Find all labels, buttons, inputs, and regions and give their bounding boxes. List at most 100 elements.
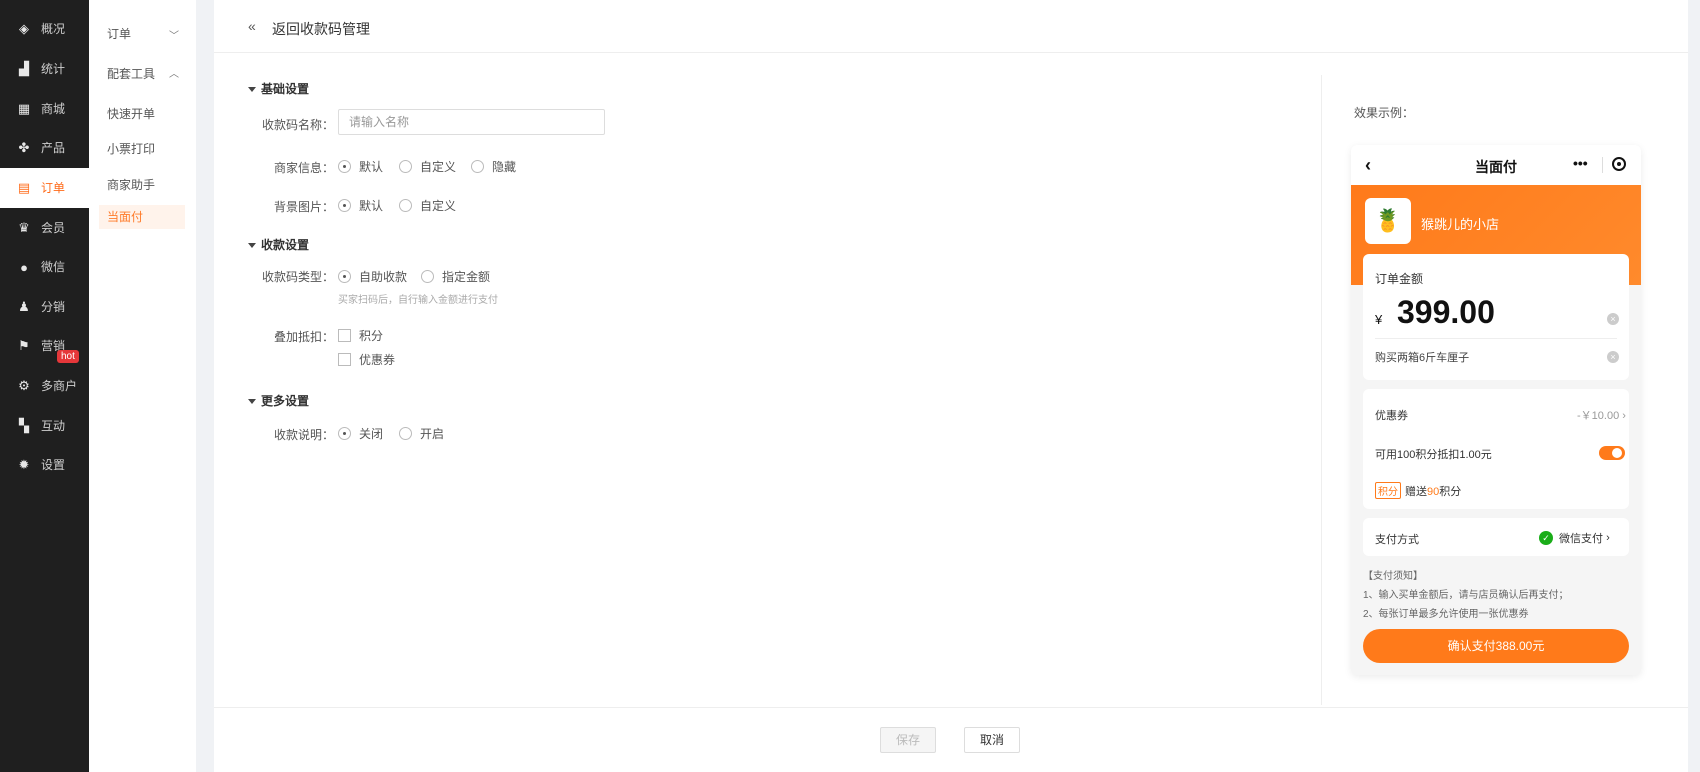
radio-dot [421,270,434,283]
radio-dot [338,427,351,440]
radio-dot [399,160,412,173]
chevron-right-icon: › [1606,532,1610,544]
amount-value: 399.00 [1397,294,1495,330]
tip-1: 1、输入买单金额后，请与店员确认后再支付； [1363,590,1569,601]
confirm-pay-button: 确认支付388.00元 [1363,629,1629,663]
coupon-label: 优惠券 [1375,410,1408,422]
merchant-icon: ⚙ [18,378,30,393]
merchant-radio-hide[interactable]: 隐藏 [471,158,516,175]
subnav-item-quick-order[interactable]: 快速开单 [107,105,155,122]
clear-icon: × [1607,351,1619,363]
shop-name: 猴跳儿的小店 [1421,217,1500,232]
subnav-group-tools[interactable]: 配套工具 [107,65,155,82]
subnav-item-face-pay[interactable]: 当面付 [99,205,185,229]
sidebar-item-stats[interactable]: ▟ 统计 [0,49,89,89]
phone-header: ‹ 当面付 ••• [1351,145,1641,185]
phone-preview: ‹ 当面付 ••• 🍍 猴跳儿的小店 订单金额 ¥ 399.00 × 购买两箱6… [1351,145,1641,675]
amount-title: 订单金额 [1375,272,1424,286]
sidebar-item-wechat[interactable]: ● 微信 [0,247,89,287]
caret-down-icon [248,243,256,249]
merchant-radio-custom[interactable]: 自定义 [399,158,456,175]
more-icon: ••• [1573,155,1588,171]
checkbox [338,329,351,342]
section-payment[interactable]: 收款设置 [248,236,309,253]
radio-dot [338,199,351,212]
chevron-up-icon[interactable]: ︿ [169,65,179,80]
clipboard-icon: ▤ [17,180,31,195]
subnav-group-orders[interactable]: 订单 [107,25,131,42]
bg-radio-custom[interactable]: 自定义 [399,197,456,214]
cancel-button[interactable]: 取消 [964,727,1020,753]
back-link[interactable]: 返回收款码管理 [272,19,370,39]
sidebar-item-products[interactable]: ✤ 产品 [0,128,89,168]
wechat-icon: ● [20,259,28,275]
flag-icon: ⚑ [18,338,30,353]
desc-radio-off[interactable]: 关闭 [338,425,383,442]
chevron-down-icon[interactable]: ﹀ [169,27,179,42]
wechat-pay-icon: ✓ [1539,531,1553,545]
radio-dot [338,160,351,173]
sidebar-item-merchants[interactable]: ⚙ 多商户 [0,366,89,406]
header-separator [1602,157,1603,173]
topbar: « 返回收款码管理 [214,0,1688,53]
sidebar-item-overview[interactable]: ◈ 概况 [0,9,89,49]
record-icon [1612,157,1626,171]
radio-dot [471,160,484,173]
sidebar-item-orders[interactable]: ▤ 订单 [0,168,89,208]
sidebar-item-members[interactable]: ♛ 会员 [0,208,89,248]
preview-label: 效果示例： [1354,106,1415,120]
scrollbar[interactable] [1688,0,1700,772]
caret-down-icon [248,87,256,93]
discount-label: 叠加抵扣： [273,330,334,344]
sidebar-item-interaction[interactable]: ▚ 互动 [0,406,89,446]
name-label: 收款码名称： [261,118,334,132]
currency-symbol: ¥ [1375,312,1383,327]
amount-divider [1375,338,1617,339]
merchant-radio-default[interactable]: 默认 [338,158,383,175]
caret-down-icon [248,399,256,405]
double-chevron-left-icon[interactable]: « [248,18,256,34]
type-hint: 买家扫码后，自行输入金额进行支付 [338,295,498,306]
amount-card: 订单金额 ¥ 399.00 × 购买两箱6斤车厘子 × [1363,254,1629,380]
pay-method-card: 支付方式 ✓ 微信支付 › [1363,518,1629,556]
footer-bar: 保存 取消 [214,707,1688,772]
divider [1321,75,1322,705]
payment-tips: 【支付须知】 1、输入买单金额后，请与店员确认后再支付； 2、每张订单最多允许使… [1363,567,1569,624]
layers-icon: ◈ [19,21,29,36]
main-content: « 返回收款码管理 基础设置 收款码名称： 请输入名称 商家信息： 默认 自定义… [214,0,1688,772]
merchant-label: 商家信息： [273,161,334,175]
order-note: 购买两箱6斤车厘子 [1375,352,1470,364]
radio-dot [399,199,412,212]
hot-badge: hot [57,350,79,363]
desc-label: 收款说明： [273,428,334,442]
bg-label: 背景图片： [273,200,334,214]
save-button[interactable]: 保存 [880,727,936,753]
type-radio-self[interactable]: 自助收款 [338,268,407,285]
tips-title: 【支付须知】 [1363,571,1423,582]
main-sidebar: ◈ 概况 ▟ 统计 ▦ 商城 ✤ 产品 ▤ 订单 ♛ 会员 ● 微信 ♟ 分销 ⚑ 营销 hot … [0,0,89,772]
phone-title: 当面付 [1475,159,1517,175]
subnav-item-merchant-assistant[interactable]: 商家助手 [107,176,155,193]
bg-radio-default[interactable]: 默认 [338,197,383,214]
gear-icon: ✹ [18,457,30,472]
type-label: 收款码类型： [261,270,334,284]
discount-check-points[interactable]: 积分 [338,327,383,344]
section-basic[interactable]: 基础设置 [248,80,309,97]
tip-2: 2、每张订单最多允许使用一张优惠券 [1363,609,1529,620]
sidebar-item-settings[interactable]: ✹ 设置 [0,445,89,485]
section-more[interactable]: 更多设置 [248,392,309,409]
desc-radio-on[interactable]: 开启 [399,425,444,442]
sidebar-item-distribution[interactable]: ♟ 分销 [0,287,89,327]
shop-icon: ▦ [17,101,31,116]
pay-method-value: ✓ 微信支付 › [1539,530,1610,546]
radio-dot [399,427,412,440]
subnav-item-receipt-print[interactable]: 小票打印 [107,140,155,157]
type-radio-fixed[interactable]: 指定金额 [421,268,490,285]
gift-points: 积分 赠送90积分 [1375,482,1461,499]
discount-check-coupon[interactable]: 优惠券 [338,351,395,368]
pay-method-label: 支付方式 [1375,534,1419,546]
discount-card: 优惠券 -￥10.00 › 可用100积分抵扣1.00元 积分 赠送90积分 [1363,389,1629,509]
name-input[interactable]: 请输入名称 [338,109,605,135]
sidebar-item-mall[interactable]: ▦ 商城 [0,89,89,129]
apps-icon: ▚ [19,418,29,433]
